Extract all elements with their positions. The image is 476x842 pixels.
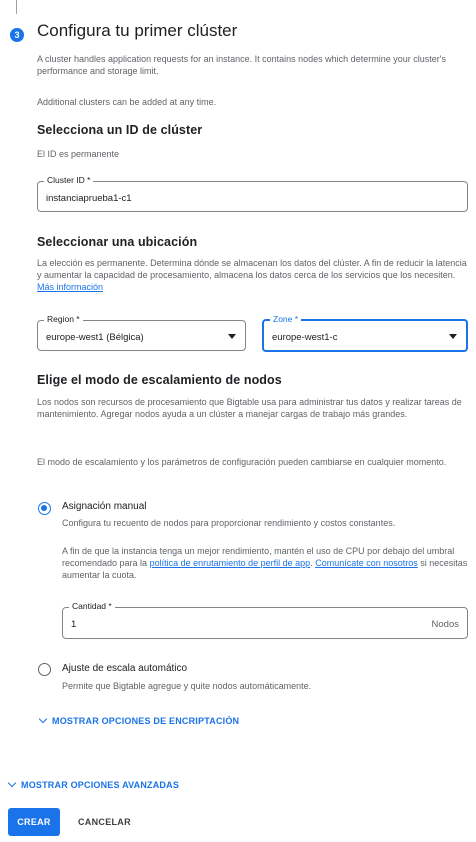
manual-allocation-radio[interactable] (38, 502, 51, 515)
cluster-id-field[interactable]: Cluster ID * instanciaprueba1-c1 (37, 175, 468, 212)
learn-more-link[interactable]: Más información (37, 282, 103, 292)
step-connector-line (16, 0, 17, 14)
region-value: europe-west1 (Bélgica) (46, 332, 144, 343)
location-description: La elección es permanente. Determina dón… (37, 257, 469, 293)
scaling-heading: Elige el modo de escalamiento de nodos (37, 373, 282, 387)
cpu-threshold-info: A fin de que la instancia tenga un mejor… (62, 546, 468, 580)
quantity-field[interactable]: Cantidad * 1 Nodos (62, 601, 468, 639)
autoscaling-label[interactable]: Ajuste de escala automático (62, 663, 187, 674)
scaling-description: Los nodos son recursos de procesamiento … (37, 397, 462, 419)
zone-label: Zone * (270, 314, 302, 324)
chevron-down-icon (228, 334, 236, 339)
zone-value: europe-west1-c (272, 332, 338, 343)
chevron-down-icon (38, 714, 48, 724)
cancel-button[interactable]: CANCELAR (78, 808, 131, 836)
cluster-id-heading: Selecciona un ID de clúster (37, 123, 203, 137)
quantity-suffix: Nodos (431, 619, 459, 630)
show-advanced-options-label: MOSTRAR OPCIONES AVANZADAS (21, 780, 180, 790)
show-encryption-options-label: MOSTRAR OPCIONES DE ENCRIPTACIÓN (52, 716, 240, 726)
cluster-id-hint: El ID es permanente (37, 149, 120, 159)
cluster-id-value[interactable]: instanciaprueba1-c1 (46, 193, 132, 204)
intro-additional-text: Additional clusters can be added at any … (37, 97, 217, 107)
zone-select[interactable]: Zone * europe-west1-c (262, 314, 468, 352)
manual-allocation-label[interactable]: Asignación manual (62, 501, 147, 512)
quantity-label: Cantidad * (69, 601, 115, 611)
chevron-down-icon (449, 334, 457, 339)
chevron-down-icon (7, 778, 17, 788)
scaling-change-note: El modo de escalamiento y los parámetros… (37, 457, 447, 467)
step-number-badge: 3 (10, 28, 24, 42)
contact-us-link[interactable]: Comunícate con nosotros (315, 558, 418, 568)
location-description-text: La elección es permanente. Determina dón… (37, 258, 467, 280)
quantity-value[interactable]: 1 (71, 619, 76, 630)
location-heading: Seleccionar una ubicación (37, 235, 198, 249)
autoscaling-sub: Permite que Bigtable agregue y quite nod… (62, 681, 312, 691)
page-title: Configura tu primer clúster (37, 21, 238, 40)
intro-text: A cluster handles application requests f… (37, 54, 446, 76)
autoscaling-radio[interactable] (38, 663, 51, 676)
show-encryption-options-button[interactable]: MOSTRAR OPCIONES DE ENCRIPTACIÓN (38, 714, 240, 726)
routing-policy-link[interactable]: política de enrutamiento de perfil de ap… (150, 558, 311, 568)
manual-allocation-sub: Configura tu recuento de nodos para prop… (62, 518, 396, 528)
show-advanced-options-button[interactable]: MOSTRAR OPCIONES AVANZADAS (7, 778, 180, 790)
region-label: Region * (44, 314, 83, 324)
create-button[interactable]: CREAR (8, 808, 60, 836)
region-select[interactable]: Region * europe-west1 (Bélgica) (37, 314, 246, 351)
cluster-id-label: Cluster ID * (44, 175, 94, 185)
